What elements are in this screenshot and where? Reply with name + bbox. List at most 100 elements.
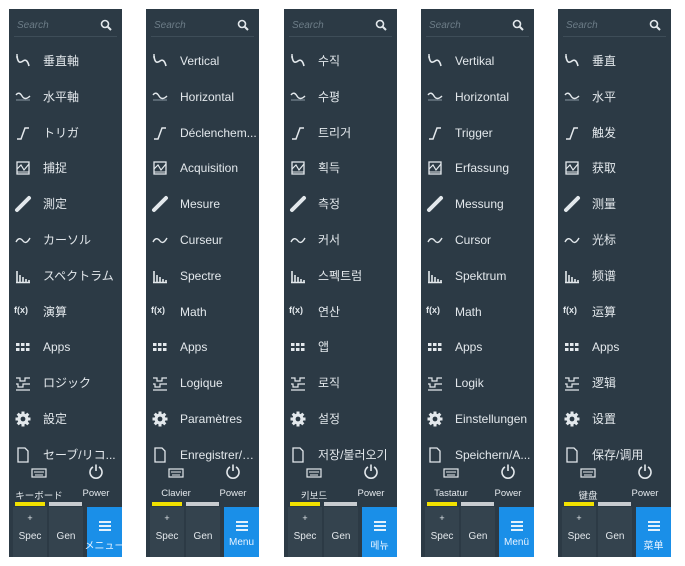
search-input[interactable]: Search: [17, 19, 97, 33]
search-bar[interactable]: Search: [151, 16, 254, 37]
menu-item-acquisition[interactable]: Erfassung: [421, 150, 534, 186]
search-bar[interactable]: Search: [14, 16, 117, 37]
menu-item-horizontal[interactable]: 水平: [558, 79, 671, 115]
menu-item-math[interactable]: f(x) 연산: [284, 294, 397, 330]
menu-item-settings[interactable]: 設定: [9, 401, 122, 437]
menu-item-logic[interactable]: Logique: [146, 365, 259, 401]
menu-item-settings[interactable]: 설정: [284, 401, 397, 437]
menu-item-settings[interactable]: Paramètres: [146, 401, 259, 437]
menu-icon: [647, 519, 661, 537]
search-icon[interactable]: [237, 19, 250, 32]
menu-item-measure[interactable]: 测量: [558, 186, 671, 222]
menu-item-logic[interactable]: Logik: [421, 365, 534, 401]
menu-item-logic[interactable]: 逻辑: [558, 365, 671, 401]
menu-item-measure[interactable]: 측정: [284, 186, 397, 222]
menu-item-spectrum[interactable]: Spectre: [146, 258, 259, 294]
menu-item-measure[interactable]: Mesure: [146, 186, 259, 222]
menu-item-trigger[interactable]: 트리거: [284, 115, 397, 151]
menu-item-cursor[interactable]: 光标: [558, 222, 671, 258]
menu-item-logic[interactable]: ロジック: [9, 365, 122, 401]
menu-item-spectrum[interactable]: 频谱: [558, 258, 671, 294]
menu-item-cursor[interactable]: カーソル: [9, 222, 122, 258]
search-input[interactable]: Search: [429, 19, 509, 33]
search-input[interactable]: Search: [292, 19, 372, 33]
menu-button[interactable]: 메뉴: [362, 507, 397, 557]
power-button[interactable]: Power: [483, 455, 533, 501]
power-button[interactable]: Power: [208, 455, 258, 501]
menu-item-horizontal[interactable]: 수평: [284, 79, 397, 115]
menu-item-measure[interactable]: Messung: [421, 186, 534, 222]
search-bar[interactable]: Search: [563, 16, 666, 37]
keyboard-button[interactable]: Tastatur: [426, 455, 476, 501]
menu-item-apps[interactable]: Apps: [9, 329, 122, 365]
menu-item-math[interactable]: f(x) Math: [421, 294, 534, 330]
menu-item-cursor[interactable]: 커서: [284, 222, 397, 258]
menu-item-settings[interactable]: 设置: [558, 401, 671, 437]
menu-item-apps[interactable]: Apps: [421, 329, 534, 365]
search-bar[interactable]: Search: [289, 16, 392, 37]
search-input[interactable]: Search: [154, 19, 234, 33]
menu-item-acquisition[interactable]: 获取: [558, 150, 671, 186]
spec-button[interactable]: + Spec: [150, 507, 184, 557]
menu-item-spectrum[interactable]: 스펙트럼: [284, 258, 397, 294]
keyboard-button[interactable]: 키보드: [289, 455, 339, 502]
menu-item-horizontal[interactable]: Horizontal: [421, 79, 534, 115]
search-input[interactable]: Search: [566, 19, 646, 33]
menu-item-apps[interactable]: 앱: [284, 329, 397, 365]
menu-item-trigger[interactable]: Déclenchem...: [146, 115, 259, 151]
menu-item-vertical[interactable]: Vertical: [146, 43, 259, 79]
keyboard-button[interactable]: Clavier: [151, 455, 201, 501]
menu-item-horizontal[interactable]: Horizontal: [146, 79, 259, 115]
spec-button[interactable]: + Spec: [13, 507, 47, 557]
menu-button[interactable]: Menu: [224, 507, 259, 557]
trigger-icon: [426, 124, 444, 142]
power-button[interactable]: Power: [71, 455, 121, 501]
menu-item-math[interactable]: f(x) 运算: [558, 294, 671, 330]
menu-item-measure[interactable]: 測定: [9, 186, 122, 222]
math-icon: f(x): [563, 304, 577, 315]
menu-item-acquisition[interactable]: Acquisition: [146, 150, 259, 186]
menu-item-label: Erfassung: [455, 161, 510, 176]
spec-button[interactable]: + Spec: [425, 507, 459, 557]
menu-button[interactable]: 菜单: [636, 507, 671, 557]
menu-item-vertical[interactable]: 垂直軸: [9, 43, 122, 79]
cursor-icon: [289, 231, 307, 249]
menu-item-spectrum[interactable]: スペクトラム: [9, 258, 122, 294]
search-icon[interactable]: [649, 19, 662, 32]
gen-button[interactable]: Gen: [186, 507, 220, 557]
menu-button[interactable]: メニュー: [85, 507, 122, 557]
menu-item-settings[interactable]: Einstellungen: [421, 401, 534, 437]
power-label: Power: [631, 488, 659, 499]
menu-item-trigger[interactable]: Trigger: [421, 115, 534, 151]
keyboard-button[interactable]: キーボード: [14, 455, 64, 502]
menu-item-vertical[interactable]: 垂直: [558, 43, 671, 79]
menu-item-spectrum[interactable]: Spektrum: [421, 258, 534, 294]
menu-item-logic[interactable]: 로직: [284, 365, 397, 401]
search-icon[interactable]: [100, 19, 113, 32]
menu-item-trigger[interactable]: トリガ: [9, 115, 122, 151]
menu-item-math[interactable]: f(x) Math: [146, 294, 259, 330]
menu-item-trigger[interactable]: 触发: [558, 115, 671, 151]
menu-item-vertical[interactable]: 수직: [284, 43, 397, 79]
menu-item-apps[interactable]: Apps: [558, 329, 671, 365]
spec-button[interactable]: + Spec: [562, 507, 596, 557]
menu-item-acquisition[interactable]: 획득: [284, 150, 397, 186]
menu-item-label: 앱: [318, 340, 330, 355]
menu-item-cursor[interactable]: Cursor: [421, 222, 534, 258]
menu-button[interactable]: Menü: [499, 507, 534, 557]
search-bar[interactable]: Search: [426, 16, 529, 37]
power-button[interactable]: Power: [346, 455, 396, 501]
power-label: Power: [219, 488, 247, 499]
menu-item-acquisition[interactable]: 捕捉: [9, 150, 122, 186]
search-icon[interactable]: [375, 19, 388, 32]
gen-button[interactable]: Gen: [461, 507, 495, 557]
menu-item-math[interactable]: f(x) 演算: [9, 294, 122, 330]
keyboard-button[interactable]: 键盘: [563, 455, 613, 502]
menu-item-horizontal[interactable]: 水平軸: [9, 79, 122, 115]
spec-button[interactable]: + Spec: [288, 507, 322, 557]
menu-item-cursor[interactable]: Curseur: [146, 222, 259, 258]
search-icon[interactable]: [512, 19, 525, 32]
power-button[interactable]: Power: [620, 455, 670, 501]
menu-item-vertical[interactable]: Vertikal: [421, 43, 534, 79]
menu-item-apps[interactable]: Apps: [146, 329, 259, 365]
